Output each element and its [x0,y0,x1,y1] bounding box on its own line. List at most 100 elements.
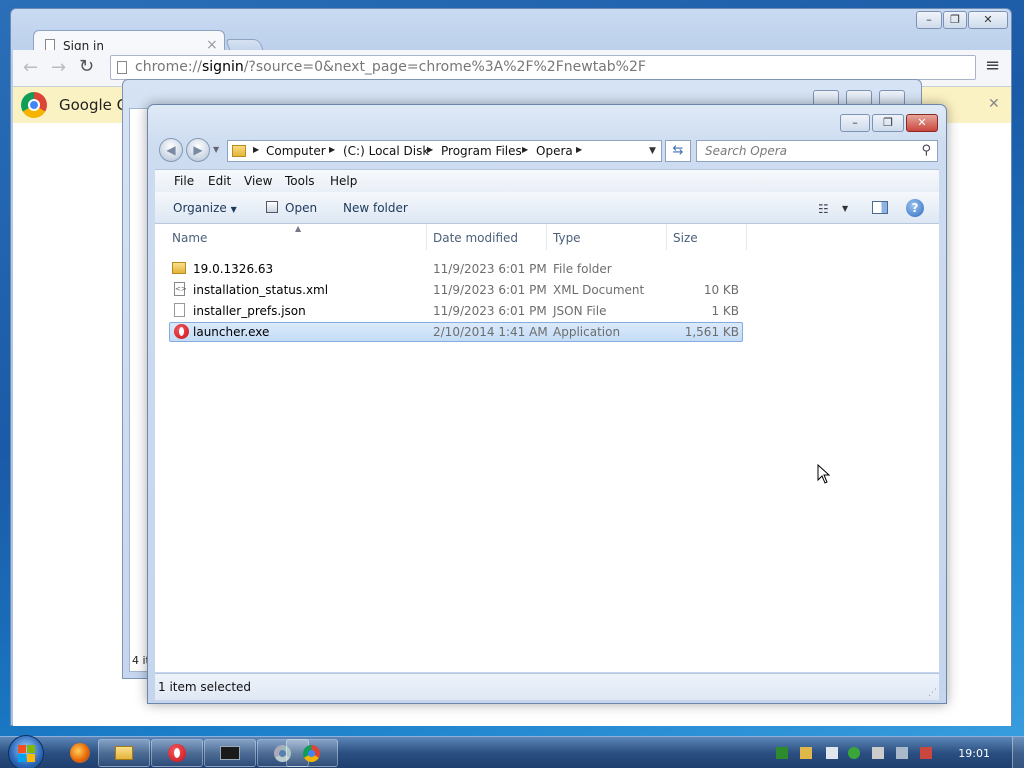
table-row[interactable]: installer_prefs.json 11/9/2023 6:01 PM J… [169,301,743,321]
file-date: 11/9/2023 6:01 PM [433,283,547,297]
breadcrumb-arrow-icon[interactable]: ▶ [329,145,335,154]
menu-view[interactable]: View [244,174,272,188]
tray-document-icon[interactable] [826,747,838,759]
file-date: 2/10/2014 1:41 AM [433,325,548,339]
explorer-close-button[interactable]: ✕ [906,114,938,132]
tray-display-icon[interactable] [896,747,908,759]
infobar-close-icon[interactable]: ✕ [988,96,1000,112]
file-type: JSON File [553,304,607,318]
preview-pane-icon[interactable] [872,201,888,214]
taskbar-opera-button[interactable] [151,739,203,767]
url-host: signin [202,59,244,75]
menu-file[interactable]: File [174,174,194,188]
breadcrumb-computer[interactable]: Computer [266,144,326,158]
refresh-icon[interactable]: ⇆ [665,140,691,162]
open-button[interactable]: Open [285,201,317,215]
search-input[interactable]: Search Opera ⚲ [696,140,938,162]
file-list: ▲ Name Date modified Type Size 19.0.1326… [155,224,939,672]
breadcrumb-arrow-icon[interactable]: ▶ [427,145,433,154]
terminal-icon [220,746,240,760]
table-row[interactable]: 19.0.1326.63 11/9/2023 6:01 PM File fold… [169,259,743,279]
chrome-icon [303,745,320,762]
menu-icon[interactable]: ≡ [985,55,1000,76]
breadcrumb-arrow-icon[interactable]: ▶ [522,145,528,154]
chrome-close-button[interactable]: ✕ [968,11,1008,29]
tray-folder-icon[interactable] [800,747,812,759]
breadcrumb-local-disk[interactable]: (C:) Local Disk [343,144,429,158]
address-bar[interactable]: ▶ Computer ▶ (C:) Local Disk ▶ Program F… [227,140,662,162]
menu-edit[interactable]: Edit [208,174,231,188]
xml-file-icon: <> [174,282,187,296]
back-arrow-icon[interactable]: ← [23,57,38,78]
file-name: launcher.exe [193,325,270,339]
file-icon [174,303,185,317]
folder-icon [115,746,133,760]
explorer-window: – ❐ ✕ ◀ ▶ ▼ ▶ Computer ▶ (C:) Local Disk… [147,104,947,704]
column-type[interactable]: Type [553,231,581,245]
file-type: XML Document [553,283,645,297]
file-size: 1 KB [711,304,739,318]
explorer-maximize-button[interactable]: ❐ [872,114,904,132]
tray-volume-muted-icon[interactable] [920,747,932,759]
chevron-down-icon: ▼ [230,205,237,214]
history-dropdown-icon[interactable]: ▼ [213,145,219,154]
open-icon [266,201,278,213]
view-dropdown-icon[interactable]: ▼ [842,204,848,213]
breadcrumb-arrow-icon[interactable]: ▶ [253,145,259,154]
file-name: 19.0.1326.63 [193,262,274,276]
resize-grip-icon[interactable]: ⋰ [928,688,937,698]
view-options-icon[interactable]: ☷ [818,202,829,216]
back-button[interactable]: ◀ [159,138,183,162]
organize-label: Organize [173,201,227,215]
tray-flag-icon[interactable] [872,747,884,759]
omnibox[interactable]: chrome://signin/?source=0&next_page=chro… [110,55,976,80]
explorer-minimize-button[interactable]: – [840,114,870,132]
breadcrumb-opera[interactable]: Opera [536,144,573,158]
opera-icon [168,744,186,762]
address-dropdown-icon[interactable]: ▼ [649,146,656,156]
column-size[interactable]: Size [673,231,698,245]
file-name: installation_status.xml [193,283,329,297]
search-icon[interactable]: ⚲ [921,141,931,161]
taskbar-terminal-button[interactable] [204,739,256,767]
file-name: installer_prefs.json [193,304,306,318]
menu-tools[interactable]: Tools [285,174,315,188]
status-bar: 1 item selected ⋰ [155,673,939,700]
taskbar-chrome-active-button[interactable] [286,739,338,767]
taskbar: 19:01 [0,735,1024,768]
column-date-modified[interactable]: Date modified [433,231,518,245]
file-size: 1,561 KB [684,325,739,339]
table-row-selected[interactable]: launcher.exe 2/10/2014 1:41 AM Applicati… [169,322,743,342]
forward-arrow-icon[interactable]: → [51,57,66,78]
tray-network-icon[interactable] [776,747,788,759]
chrome-logo-icon [21,92,47,118]
firefox-icon[interactable] [70,743,90,763]
search-placeholder: Search Opera [705,144,788,158]
mouse-cursor-icon [817,464,831,484]
folder-icon [172,262,186,274]
file-date: 11/9/2023 6:01 PM [433,304,547,318]
tray-security-icon[interactable] [848,747,860,759]
column-name[interactable]: Name [172,231,207,245]
forward-button[interactable]: ▶ [186,138,210,162]
show-desktop-button[interactable] [1012,737,1024,768]
start-button[interactable] [8,735,44,768]
breadcrumb-program-files[interactable]: Program Files [441,144,522,158]
help-icon[interactable]: ? [906,199,924,217]
menu-bar: File Edit View Tools Help [155,169,939,192]
new-folder-button[interactable]: New folder [343,201,408,215]
breadcrumb-arrow-icon[interactable]: ▶ [576,145,582,154]
menu-help[interactable]: Help [330,174,357,188]
command-bar: Organize ▼ Open New folder ☷ ▼ ? [155,192,939,224]
table-row[interactable]: <> installation_status.xml 11/9/2023 6:0… [169,280,743,300]
reload-icon[interactable]: ↻ [79,56,94,77]
clock[interactable]: 19:01 [958,747,990,760]
file-type: File folder [553,262,612,276]
chrome-maximize-button[interactable]: ❐ [943,11,967,29]
organize-button[interactable]: Organize ▼ [173,201,237,215]
file-type: Application [553,325,621,339]
chrome-minimize-button[interactable]: – [916,11,942,29]
taskbar-explorer-button[interactable] [98,739,150,767]
url-rest: /?source=0&next_page=chrome%3A%2F%2Fnewt… [243,59,646,75]
status-text: 1 item selected [158,680,252,694]
